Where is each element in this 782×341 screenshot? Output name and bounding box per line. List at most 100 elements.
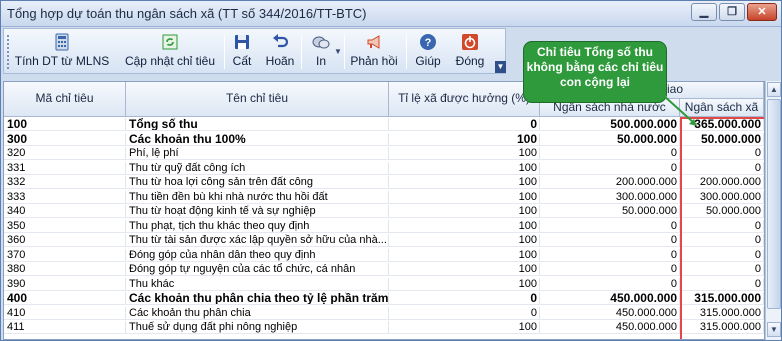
cell-commune-budget[interactable]: 0: [680, 219, 764, 233]
cell-name[interactable]: Thuế sử dụng đất phi nông nghiệp: [126, 321, 389, 334]
cell-commune-budget[interactable]: 50.000.000: [680, 132, 764, 146]
cell-code[interactable]: 360: [4, 234, 126, 247]
print-dropdown-arrow-icon[interactable]: ▼: [334, 47, 342, 56]
cell-name[interactable]: Các khoản thu phân chia theo tỷ lệ phần …: [126, 292, 389, 305]
cell-code[interactable]: 370: [4, 248, 126, 262]
cell-code[interactable]: 300: [4, 132, 126, 146]
cell-state-budget[interactable]: 450.000.000: [540, 306, 680, 320]
cell-code[interactable]: 332: [4, 176, 126, 189]
table-row[interactable]: 411 Thuế sử dụng đất phi nông nghiệp 100 45…: [4, 321, 764, 334]
cell-rate[interactable]: 100: [389, 321, 540, 334]
cell-commune-budget[interactable]: 0: [680, 161, 764, 175]
print-button[interactable]: In: [304, 31, 338, 71]
cell-state-budget[interactable]: 0: [540, 161, 680, 175]
toolbar-grip[interactable]: [7, 35, 10, 69]
cell-rate[interactable]: 100: [389, 161, 540, 175]
toolbar-overflow-icon[interactable]: ▼: [495, 61, 506, 73]
minimize-button[interactable]: ▁: [691, 3, 717, 21]
cell-state-budget[interactable]: 450.000.000: [540, 321, 680, 334]
cell-name[interactable]: Thu từ tài sản được xác lập quyền sở hữu…: [126, 234, 389, 247]
cell-state-budget[interactable]: 0: [540, 277, 680, 291]
scroll-up-icon[interactable]: ▲: [767, 82, 781, 97]
cell-rate[interactable]: 0: [389, 292, 540, 305]
cell-code[interactable]: 350: [4, 219, 126, 233]
cell-commune-budget[interactable]: 0: [680, 248, 764, 262]
feedback-button[interactable]: Phản hồi: [348, 31, 400, 71]
cell-name[interactable]: Đóng góp tự nguyện của các tổ chức, cá n…: [126, 263, 389, 276]
cell-state-budget[interactable]: 0: [540, 147, 680, 160]
cell-name[interactable]: Thu khác: [126, 277, 389, 291]
close-button[interactable]: ✕: [747, 3, 777, 21]
scroll-thumb[interactable]: [767, 99, 781, 309]
cell-code[interactable]: 320: [4, 147, 126, 160]
table-row[interactable]: 380 Đóng góp tự nguyện của các tổ chức, c…: [4, 263, 764, 276]
undo-button[interactable]: Hoãn: [262, 31, 298, 71]
cell-commune-budget[interactable]: 315.000.000: [680, 306, 764, 320]
cell-code[interactable]: 331: [4, 161, 126, 175]
cell-state-budget[interactable]: 50.000.000: [540, 132, 680, 146]
cell-name[interactable]: Các khoản thu 100%: [126, 132, 389, 146]
cell-name[interactable]: Thu tiền đền bù khi nhà nước thu hồi đất: [126, 190, 389, 204]
scroll-down-icon[interactable]: ▼: [767, 322, 781, 337]
cell-rate[interactable]: 100: [389, 234, 540, 247]
cell-rate[interactable]: 100: [389, 132, 540, 146]
cell-commune-budget[interactable]: 0: [680, 263, 764, 276]
cell-commune-budget[interactable]: 300.000.000: [680, 190, 764, 204]
cell-state-budget[interactable]: 0: [540, 248, 680, 262]
table-row[interactable]: 100 Tổng số thu 0 500.000.000 365.000.000: [4, 118, 764, 131]
cell-code[interactable]: 390: [4, 277, 126, 291]
table-row[interactable]: 333 Thu tiền đền bù khi nhà nước thu hồi …: [4, 190, 764, 204]
cell-code[interactable]: 410: [4, 306, 126, 320]
cell-commune-budget[interactable]: 50.000.000: [680, 205, 764, 218]
cell-commune-budget[interactable]: 200.000.000: [680, 176, 764, 189]
cell-state-budget[interactable]: 500.000.000: [540, 118, 680, 131]
table-row[interactable]: 300 Các khoản thu 100% 100 50.000.000 50.000…: [4, 132, 764, 146]
cell-commune-budget[interactable]: 0: [680, 277, 764, 291]
cell-state-budget[interactable]: 0: [540, 219, 680, 233]
cell-code[interactable]: 380: [4, 263, 126, 276]
table-row[interactable]: 320 Phí, lệ phí 100 0 0: [4, 147, 764, 160]
vertical-scrollbar[interactable]: ▲ ▼: [765, 81, 781, 340]
cell-code[interactable]: 100: [4, 118, 126, 131]
cell-name[interactable]: Thu từ hoa lợi công sản trên đất công: [126, 176, 389, 189]
table-row[interactable]: 370 Đóng góp của nhân dân theo quy định 10…: [4, 248, 764, 262]
cell-rate[interactable]: 100: [389, 248, 540, 262]
cell-rate[interactable]: 0: [389, 118, 540, 131]
column-header-rate[interactable]: Tỉ lệ xã được hưởng (%): [389, 82, 540, 117]
cell-code[interactable]: 333: [4, 190, 126, 204]
cell-name[interactable]: Các khoản thu phân chia: [126, 306, 389, 320]
cell-rate[interactable]: 100: [389, 147, 540, 160]
table-row[interactable]: 340 Thu từ hoạt động kinh tế và sự nghiệp…: [4, 205, 764, 218]
cell-commune-budget[interactable]: 0: [680, 234, 764, 247]
cell-commune-budget[interactable]: 0: [680, 147, 764, 160]
cell-rate[interactable]: 100: [389, 190, 540, 204]
cell-rate[interactable]: 0: [389, 306, 540, 320]
cell-code[interactable]: 400: [4, 292, 126, 305]
cell-rate[interactable]: 100: [389, 277, 540, 291]
cell-state-budget[interactable]: 200.000.000: [540, 176, 680, 189]
cell-name[interactable]: Thu từ hoạt động kinh tế và sự nghiệp: [126, 205, 389, 218]
cell-rate[interactable]: 100: [389, 219, 540, 233]
cell-rate[interactable]: 100: [389, 263, 540, 276]
cell-name[interactable]: Tổng số thu: [126, 118, 389, 131]
table-row[interactable]: 331 Thu từ quỹ đất công ích 100 0 0: [4, 161, 764, 175]
column-header-code[interactable]: Mã chỉ tiêu: [4, 82, 126, 117]
cell-name[interactable]: Thu từ quỹ đất công ích: [126, 161, 389, 175]
restore-button[interactable]: ❐: [719, 3, 745, 21]
close-form-button[interactable]: Đóng: [450, 31, 490, 71]
table-row[interactable]: 332 Thu từ hoa lợi công sản trên đất công…: [4, 176, 764, 189]
table-row[interactable]: 360 Thu từ tài sản được xác lập quyền sở …: [4, 234, 764, 247]
help-button[interactable]: ? Giúp: [410, 31, 446, 71]
table-row[interactable]: 400 Các khoản thu phân chia theo tỷ lệ ph…: [4, 292, 764, 305]
cell-rate[interactable]: 100: [389, 205, 540, 218]
cell-state-budget[interactable]: 0: [540, 234, 680, 247]
cell-name[interactable]: Đóng góp của nhân dân theo quy định: [126, 248, 389, 262]
cell-code[interactable]: 411: [4, 321, 126, 334]
cell-state-budget[interactable]: 0: [540, 263, 680, 276]
cell-rate[interactable]: 100: [389, 176, 540, 189]
cell-name[interactable]: Phí, lệ phí: [126, 147, 389, 160]
table-row[interactable]: 410 Các khoản thu phân chia 0 450.000.000 31…: [4, 306, 764, 320]
table-row[interactable]: 390 Thu khác 100 0 0: [4, 277, 764, 291]
cell-commune-budget[interactable]: 315.000.000: [680, 292, 764, 305]
cell-commune-budget[interactable]: 315.000.000: [680, 321, 764, 334]
